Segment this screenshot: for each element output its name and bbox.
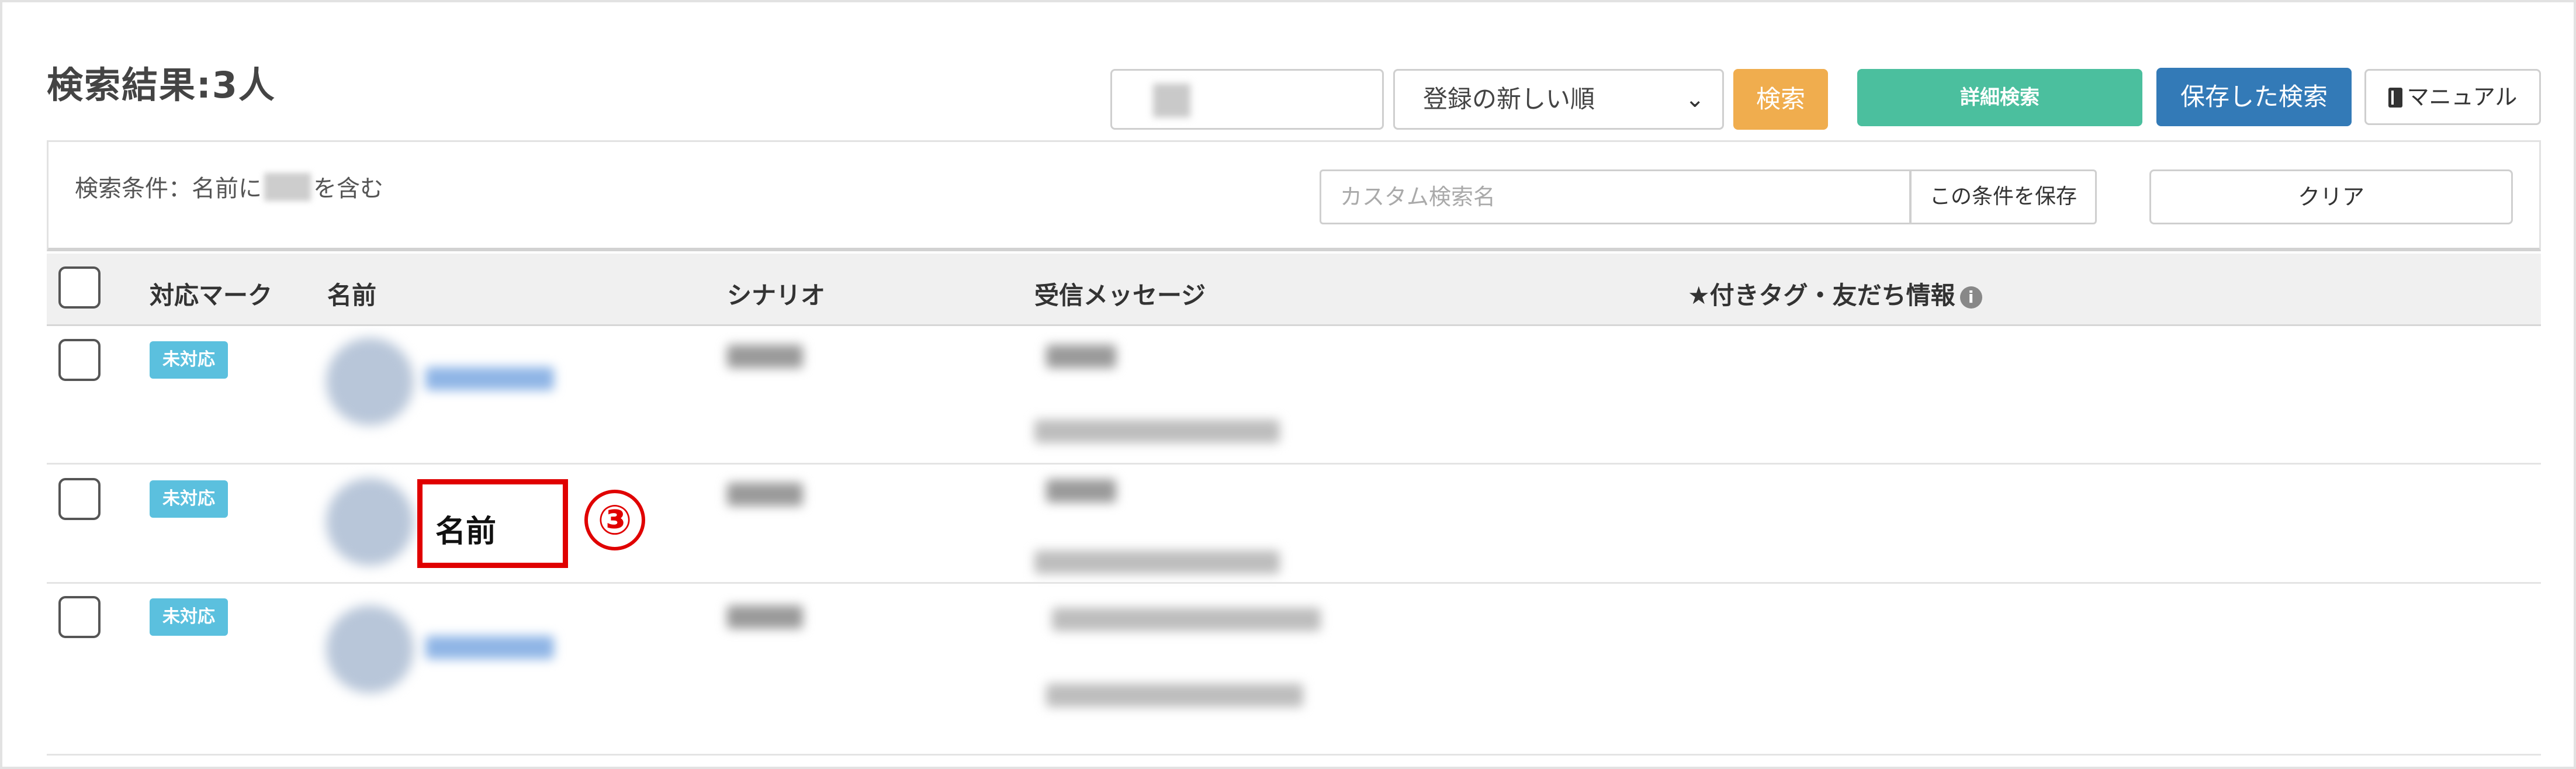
manual-button[interactable]: マニュアル: [2364, 69, 2541, 125]
row-divider: [47, 754, 2541, 756]
redacted-timestamp: [1034, 420, 1280, 443]
redacted-name[interactable]: [425, 367, 554, 390]
select-all-checkbox[interactable]: [58, 266, 101, 309]
clear-button[interactable]: クリア: [2149, 169, 2513, 224]
avatar: [326, 605, 414, 693]
avatar: [326, 478, 414, 566]
search-button[interactable]: 検索: [1733, 69, 1828, 130]
redacted-message: [1046, 345, 1116, 368]
avatar: [326, 338, 414, 425]
table-header: [47, 254, 2541, 326]
column-header-tags: ★付きタグ・友だち情報 i: [1688, 276, 1982, 311]
status-badge[interactable]: 未対応: [150, 480, 228, 518]
row-checkbox[interactable]: [58, 478, 101, 520]
detail-search-button[interactable]: 詳細検索: [1857, 69, 2142, 126]
redacted-message: [1046, 479, 1116, 503]
book-icon: [2388, 88, 2402, 108]
redacted-name[interactable]: [425, 636, 554, 659]
manual-label: マニュアル: [2407, 84, 2518, 110]
keyword-input[interactable]: [1110, 69, 1384, 130]
redacted-keyword: [1153, 84, 1190, 117]
sort-select-value: 登録の新しい順: [1423, 85, 1595, 113]
custom-search-name-input[interactable]: カスタム検索名: [1320, 169, 1911, 224]
row-divider: [47, 463, 2541, 465]
saved-search-button[interactable]: 保存した検索: [2156, 68, 2352, 126]
annotation-highlight-box: 名前: [417, 479, 568, 568]
custom-search-name-placeholder: カスタム検索名: [1340, 184, 1496, 210]
search-condition-text: 検索条件：名前に を含む: [75, 169, 383, 203]
save-condition-button[interactable]: この条件を保存: [1910, 169, 2097, 224]
redacted-scenario: [727, 483, 803, 506]
info-icon[interactable]: i: [1959, 286, 1982, 309]
redacted-scenario: [727, 605, 803, 629]
column-header-message: 受信メッセージ: [1034, 281, 1206, 310]
chevron-down-icon: ⌄: [1685, 86, 1705, 113]
annotation-label: 名前: [435, 514, 497, 549]
row-checkbox[interactable]: [58, 339, 101, 381]
redacted-timestamp: [1034, 550, 1280, 574]
redacted-condition-value: [264, 173, 311, 201]
sort-select[interactable]: 登録の新しい順 ⌄: [1393, 69, 1724, 130]
redacted-scenario: [727, 345, 803, 368]
annotation-number: ③: [584, 490, 645, 550]
column-header-scenario: シナリオ: [727, 281, 826, 310]
page-title: 検索結果:3人: [47, 64, 276, 106]
redacted-timestamp: [1046, 684, 1303, 707]
row-checkbox[interactable]: [58, 596, 101, 638]
column-header-status: 対応マーク: [150, 281, 273, 310]
condition-prefix: 検索条件：名前に: [75, 175, 262, 202]
tags-header-label: ★付きタグ・友だち情報: [1688, 281, 1955, 310]
status-badge[interactable]: 未対応: [150, 598, 228, 636]
status-badge[interactable]: 未対応: [150, 341, 228, 379]
condition-suffix: を含む: [313, 175, 383, 202]
redacted-message: [1052, 608, 1321, 631]
row-divider: [47, 582, 2541, 584]
column-header-name: 名前: [327, 281, 377, 310]
